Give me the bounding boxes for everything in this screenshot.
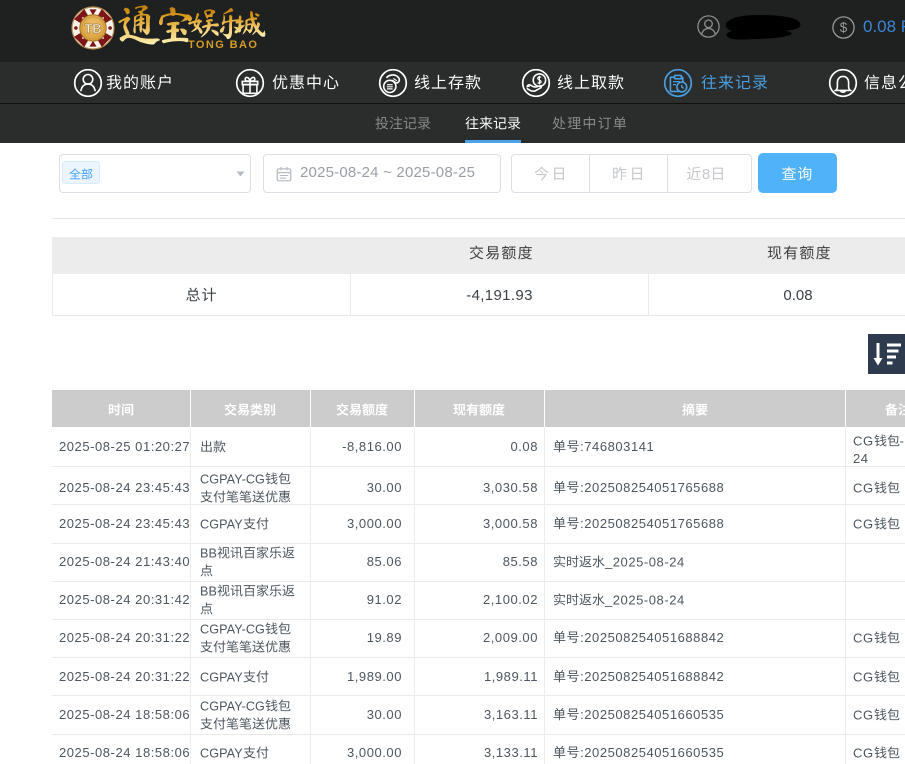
svg-text:$: $ — [840, 20, 848, 35]
svg-text:TB: TB — [84, 21, 101, 36]
